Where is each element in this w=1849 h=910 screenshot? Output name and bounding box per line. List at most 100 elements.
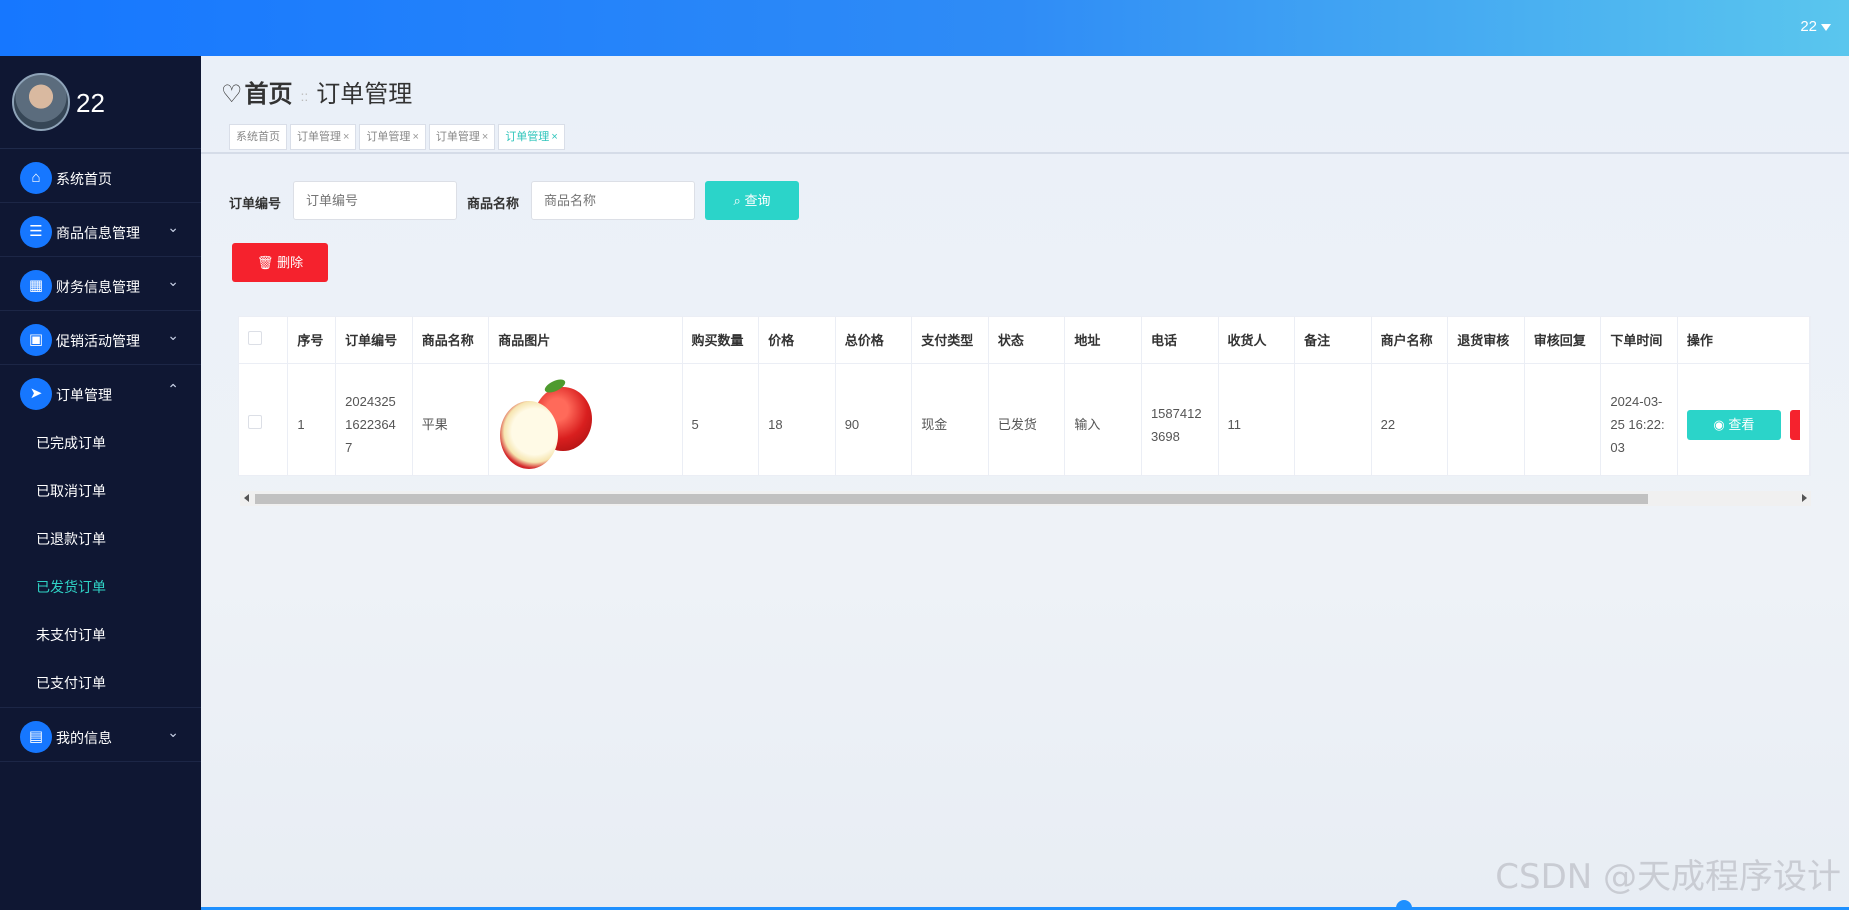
user-menu-label: 22 <box>1800 18 1817 35</box>
submenu-shipped-orders[interactable]: 已发货订单 <box>0 563 201 611</box>
breadcrumb: ♡首页:: 订单管理 <box>221 74 412 109</box>
sidebar-item-label: 促销活动管理 <box>56 333 140 349</box>
sidebar-item-products[interactable]: ☰ 商品信息管理 ⌄ <box>0 203 201 257</box>
sidebar-item-home[interactable]: ⌂ 系统首页 <box>0 149 201 203</box>
column-header: 电话 <box>1141 317 1219 364</box>
breadcrumb-current: 订单管理 <box>316 81 413 108</box>
row-checkbox[interactable] <box>248 415 262 429</box>
table-row: 1 20243251622364 7 平果 5 18 90 现金 已发货 输入 … <box>239 363 1810 475</box>
column-header: 下单时间 <box>1600 317 1678 364</box>
scrollbar-thumb[interactable] <box>255 494 1648 504</box>
cell-order-no: 20243251622364 7 <box>335 363 413 475</box>
user-menu[interactable]: 22 <box>1800 18 1831 35</box>
close-icon[interactable]: × <box>482 131 488 143</box>
sidebar: 22 ⌂ 系统首页 ☰ 商品信息管理 ⌄ ▦ 财务信息管理 ⌄ ▣ 促销活动管理… <box>0 56 201 910</box>
cell-receiver: 11 <box>1218 363 1296 475</box>
column-header: 商品名称 <box>412 317 490 364</box>
cell-address: 输入 <box>1064 363 1142 475</box>
chevron-down-icon: ⌄ <box>167 327 179 343</box>
close-icon[interactable]: × <box>551 131 557 143</box>
column-header: 退货审核 <box>1447 317 1525 364</box>
tab-label: 系统首页 <box>236 131 280 143</box>
product-name-label: 商品名称 <box>467 196 520 211</box>
view-button[interactable]: ◉ 查看 <box>1686 409 1781 440</box>
tab-label: 订单管理 <box>297 131 341 143</box>
column-header: 地址 <box>1064 317 1142 364</box>
watermark: CSDN @天成程序设计 <box>1495 857 1841 897</box>
cell-remark <box>1294 363 1372 475</box>
grid-icon: ▦ <box>20 270 52 302</box>
sidebar-item-label: 财务信息管理 <box>56 279 140 295</box>
cell-order-time: 2024-03-25 16:22:03 <box>1600 363 1678 475</box>
sidebar-item-orders[interactable]: ➤ 订单管理 ⌃ <box>0 365 201 419</box>
column-header: 序号 <box>287 317 337 364</box>
tab-label: 订单管理 <box>505 131 550 143</box>
delete-row-button[interactable] <box>1789 409 1800 440</box>
cell-price: 18 <box>758 363 836 475</box>
submenu-paid-orders[interactable]: 已支付订单 <box>0 659 201 707</box>
tab-orders-1[interactable]: 订单管理 × <box>290 124 357 150</box>
scroll-left-arrow-icon[interactable] <box>244 494 249 502</box>
query-button[interactable]: ⌕ 查询 <box>705 181 799 220</box>
list-icon: ☰ <box>20 216 52 248</box>
sidebar-item-promotions[interactable]: ▣ 促销活动管理 ⌄ <box>0 311 201 365</box>
horizontal-scrollbar[interactable] <box>240 491 1811 506</box>
sidebar-item-label: 商品信息管理 <box>56 225 140 241</box>
delete-button-label: 删除 <box>277 255 304 270</box>
scroll-right-arrow-icon[interactable] <box>1802 494 1807 502</box>
column-header: 订单编号 <box>335 317 413 364</box>
column-header: 商品图片 <box>488 317 683 364</box>
submenu-cancelled-orders[interactable]: 已取消订单 <box>0 467 201 515</box>
home-icon: ⌂ <box>20 162 52 194</box>
cell-merchant: 22 <box>1371 363 1449 475</box>
table-header-row: 序号 订单编号 商品名称 商品图片 购买数量 价格 总价格 支付类型 状态 地址… <box>239 317 1810 364</box>
orders-table: 序号 订单编号 商品名称 商品图片 购买数量 价格 总价格 支付类型 状态 地址… <box>238 316 1811 476</box>
tabs-divider <box>201 152 1849 154</box>
profile: 22 <box>0 56 201 149</box>
top-bar: 22 <box>0 0 1849 56</box>
view-button-label: 查看 <box>1728 416 1755 432</box>
close-icon[interactable]: × <box>412 131 418 143</box>
breadcrumb-home[interactable]: 首页 <box>245 81 293 108</box>
sidebar-username: 22 <box>76 88 105 118</box>
trash-icon: 🗑 <box>256 255 274 270</box>
tab-orders-3[interactable]: 订单管理 × <box>428 124 496 150</box>
cell-phone: 15874123698 <box>1141 363 1219 475</box>
select-all-cell <box>239 317 289 364</box>
search-icon: ⌕ <box>733 193 741 208</box>
column-header: 备注 <box>1294 317 1372 364</box>
tab-orders-2[interactable]: 订单管理 × <box>359 124 426 150</box>
submenu-refunded-orders[interactable]: 已退款订单 <box>0 515 201 563</box>
column-header: 操作 <box>1677 317 1810 364</box>
tab-bar: 系统首页 订单管理 × 订单管理 × 订单管理 × 订单管理 × <box>229 124 568 150</box>
product-name-input[interactable] <box>531 181 695 220</box>
sidebar-item-finance[interactable]: ▦ 财务信息管理 ⌄ <box>0 257 201 311</box>
column-header: 状态 <box>988 317 1066 364</box>
sidebar-item-label: 我的信息 <box>56 730 112 746</box>
sidebar-item-label: 订单管理 <box>56 387 112 403</box>
cell-return-review <box>1447 363 1525 475</box>
order-no-input[interactable] <box>293 181 457 220</box>
tab-orders-active[interactable]: 订单管理 × <box>498 124 565 150</box>
select-all-checkbox[interactable] <box>248 331 262 346</box>
cell-total: 90 <box>835 363 913 475</box>
chevron-down-icon: ⌄ <box>167 273 179 289</box>
order-no-label: 订单编号 <box>229 196 282 211</box>
caret-down-icon <box>1821 23 1831 31</box>
tab-home[interactable]: 系统首页 <box>229 124 287 150</box>
close-icon[interactable]: × <box>343 131 349 143</box>
submenu-unpaid-orders[interactable]: 未支付订单 <box>0 611 201 659</box>
delete-button[interactable]: 🗑 删除 <box>232 243 328 282</box>
submenu-completed-orders[interactable]: 已完成订单 <box>0 419 201 467</box>
send-icon: ➤ <box>20 378 52 410</box>
column-header: 购买数量 <box>682 317 760 364</box>
row-select-cell <box>239 363 289 475</box>
tab-label: 订单管理 <box>435 131 480 143</box>
sidebar-item-my-info[interactable]: ▤ 我的信息 ⌄ <box>0 708 201 762</box>
chevron-down-icon: ⌄ <box>167 219 179 235</box>
sidebar-item-label: 系统首页 <box>56 171 112 187</box>
column-header: 商户名称 <box>1371 317 1449 364</box>
cell-quantity: 5 <box>682 363 760 475</box>
eye-icon: ◉ <box>1713 416 1725 432</box>
cell-product-image <box>488 363 683 475</box>
